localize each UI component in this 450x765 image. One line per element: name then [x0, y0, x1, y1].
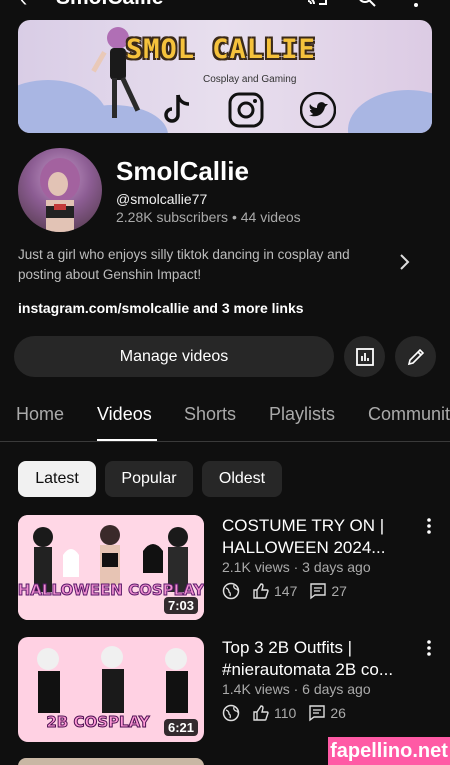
video-list-item[interactable]: 2B COSPLAY 6:21 Top 3 2B Outfits | #nier… [0, 637, 450, 743]
analytics-icon [355, 347, 374, 366]
active-tab-indicator [97, 439, 157, 441]
tab-shorts[interactable]: Shorts [184, 404, 236, 425]
tab-videos[interactable]: Videos [97, 404, 152, 425]
video-thumbnail[interactable]: 2B COSPLAY 6:21 [18, 637, 204, 742]
channel-avatar[interactable] [18, 148, 102, 232]
chevron-right-icon[interactable] [398, 252, 410, 272]
video-duration: 7:03 [163, 597, 198, 614]
video-list-item[interactable]: HALLOWEEN COSPLAY 7:03 COSTUME TRY ON | … [0, 515, 450, 621]
likes-count: 110 [252, 704, 296, 722]
instagram-icon [228, 92, 264, 128]
likes-value: 110 [274, 705, 297, 721]
comment-icon [310, 583, 327, 600]
globe-icon [222, 582, 240, 600]
next-video-thumbnail-peek[interactable] [18, 758, 204, 765]
comments-count: 26 [308, 704, 346, 722]
watermark-badge: fapellino.net [328, 737, 450, 765]
top-app-bar: ‹ SmolCallie [0, 0, 450, 12]
analytics-button[interactable] [344, 336, 385, 377]
visibility-public [222, 704, 240, 722]
channel-tabs: Home Videos Shorts Playlists Community [0, 396, 450, 442]
channel-banner: SMOL CALLIE Cosplay and Gaming [18, 20, 432, 133]
video-options-icon[interactable] [426, 517, 432, 535]
tab-community[interactable]: Community [368, 404, 450, 425]
cast-icon[interactable] [306, 0, 328, 8]
thumbs-up-icon [253, 583, 269, 599]
manage-videos-button[interactable]: Manage videos [14, 336, 334, 377]
video-duration: 6:21 [163, 719, 198, 736]
tiktok-icon [164, 94, 190, 123]
comments-count: 27 [309, 582, 347, 600]
comment-icon [309, 705, 326, 722]
video-options-icon[interactable] [426, 639, 432, 657]
channel-name: SmolCallie [116, 156, 249, 186]
video-stats: 110 26 [222, 702, 358, 724]
video-meta: 2.1K views · 3 days ago [222, 559, 371, 575]
banner-title: SMOL CALLIE [126, 34, 316, 65]
visibility-public [222, 582, 240, 600]
more-options-icon[interactable] [412, 0, 420, 8]
channel-description[interactable]: Just a girl who enjoys silly tiktok danc… [18, 245, 388, 285]
thumbs-up-icon [253, 705, 269, 721]
filter-chip-latest[interactable]: Latest [18, 461, 96, 497]
avatar-portrait [40, 158, 80, 232]
comments-value: 27 [331, 583, 347, 599]
video-title[interactable]: COSTUME TRY ON | HALLOWEEN 2024... [222, 515, 418, 559]
pencil-icon [407, 348, 424, 365]
back-arrow-icon[interactable]: ‹ [20, 0, 27, 12]
likes-count: 147 [252, 582, 297, 600]
banner-cloud [348, 90, 432, 133]
video-meta: 1.4K views · 6 days ago [222, 681, 371, 697]
search-icon[interactable] [356, 0, 378, 8]
banner-subtitle: Cosplay and Gaming [203, 74, 297, 85]
thumbnail-caption: 2B COSPLAY [46, 713, 150, 731]
likes-value: 147 [274, 583, 298, 599]
page-title: SmolCallie [56, 0, 163, 10]
filter-chip-popular[interactable]: Popular [105, 461, 193, 497]
globe-icon [222, 704, 240, 722]
video-title[interactable]: Top 3 2B Outfits | #nierautomata 2B co..… [222, 637, 418, 681]
tab-playlists[interactable]: Playlists [269, 404, 335, 425]
filter-chip-oldest[interactable]: Oldest [202, 461, 282, 497]
channel-stats: 2.28K subscribers • 44 videos [116, 209, 301, 225]
video-stats: 147 27 [222, 580, 359, 602]
channel-links[interactable]: instagram.com/smolcallie and 3 more link… [18, 300, 304, 316]
comments-value: 26 [330, 705, 346, 721]
tab-home[interactable]: Home [16, 404, 64, 425]
video-thumbnail[interactable]: HALLOWEEN COSPLAY 7:03 [18, 515, 204, 620]
edit-channel-button[interactable] [395, 336, 436, 377]
twitter-icon [300, 92, 336, 128]
channel-handle: @smolcallie77 [116, 191, 208, 207]
